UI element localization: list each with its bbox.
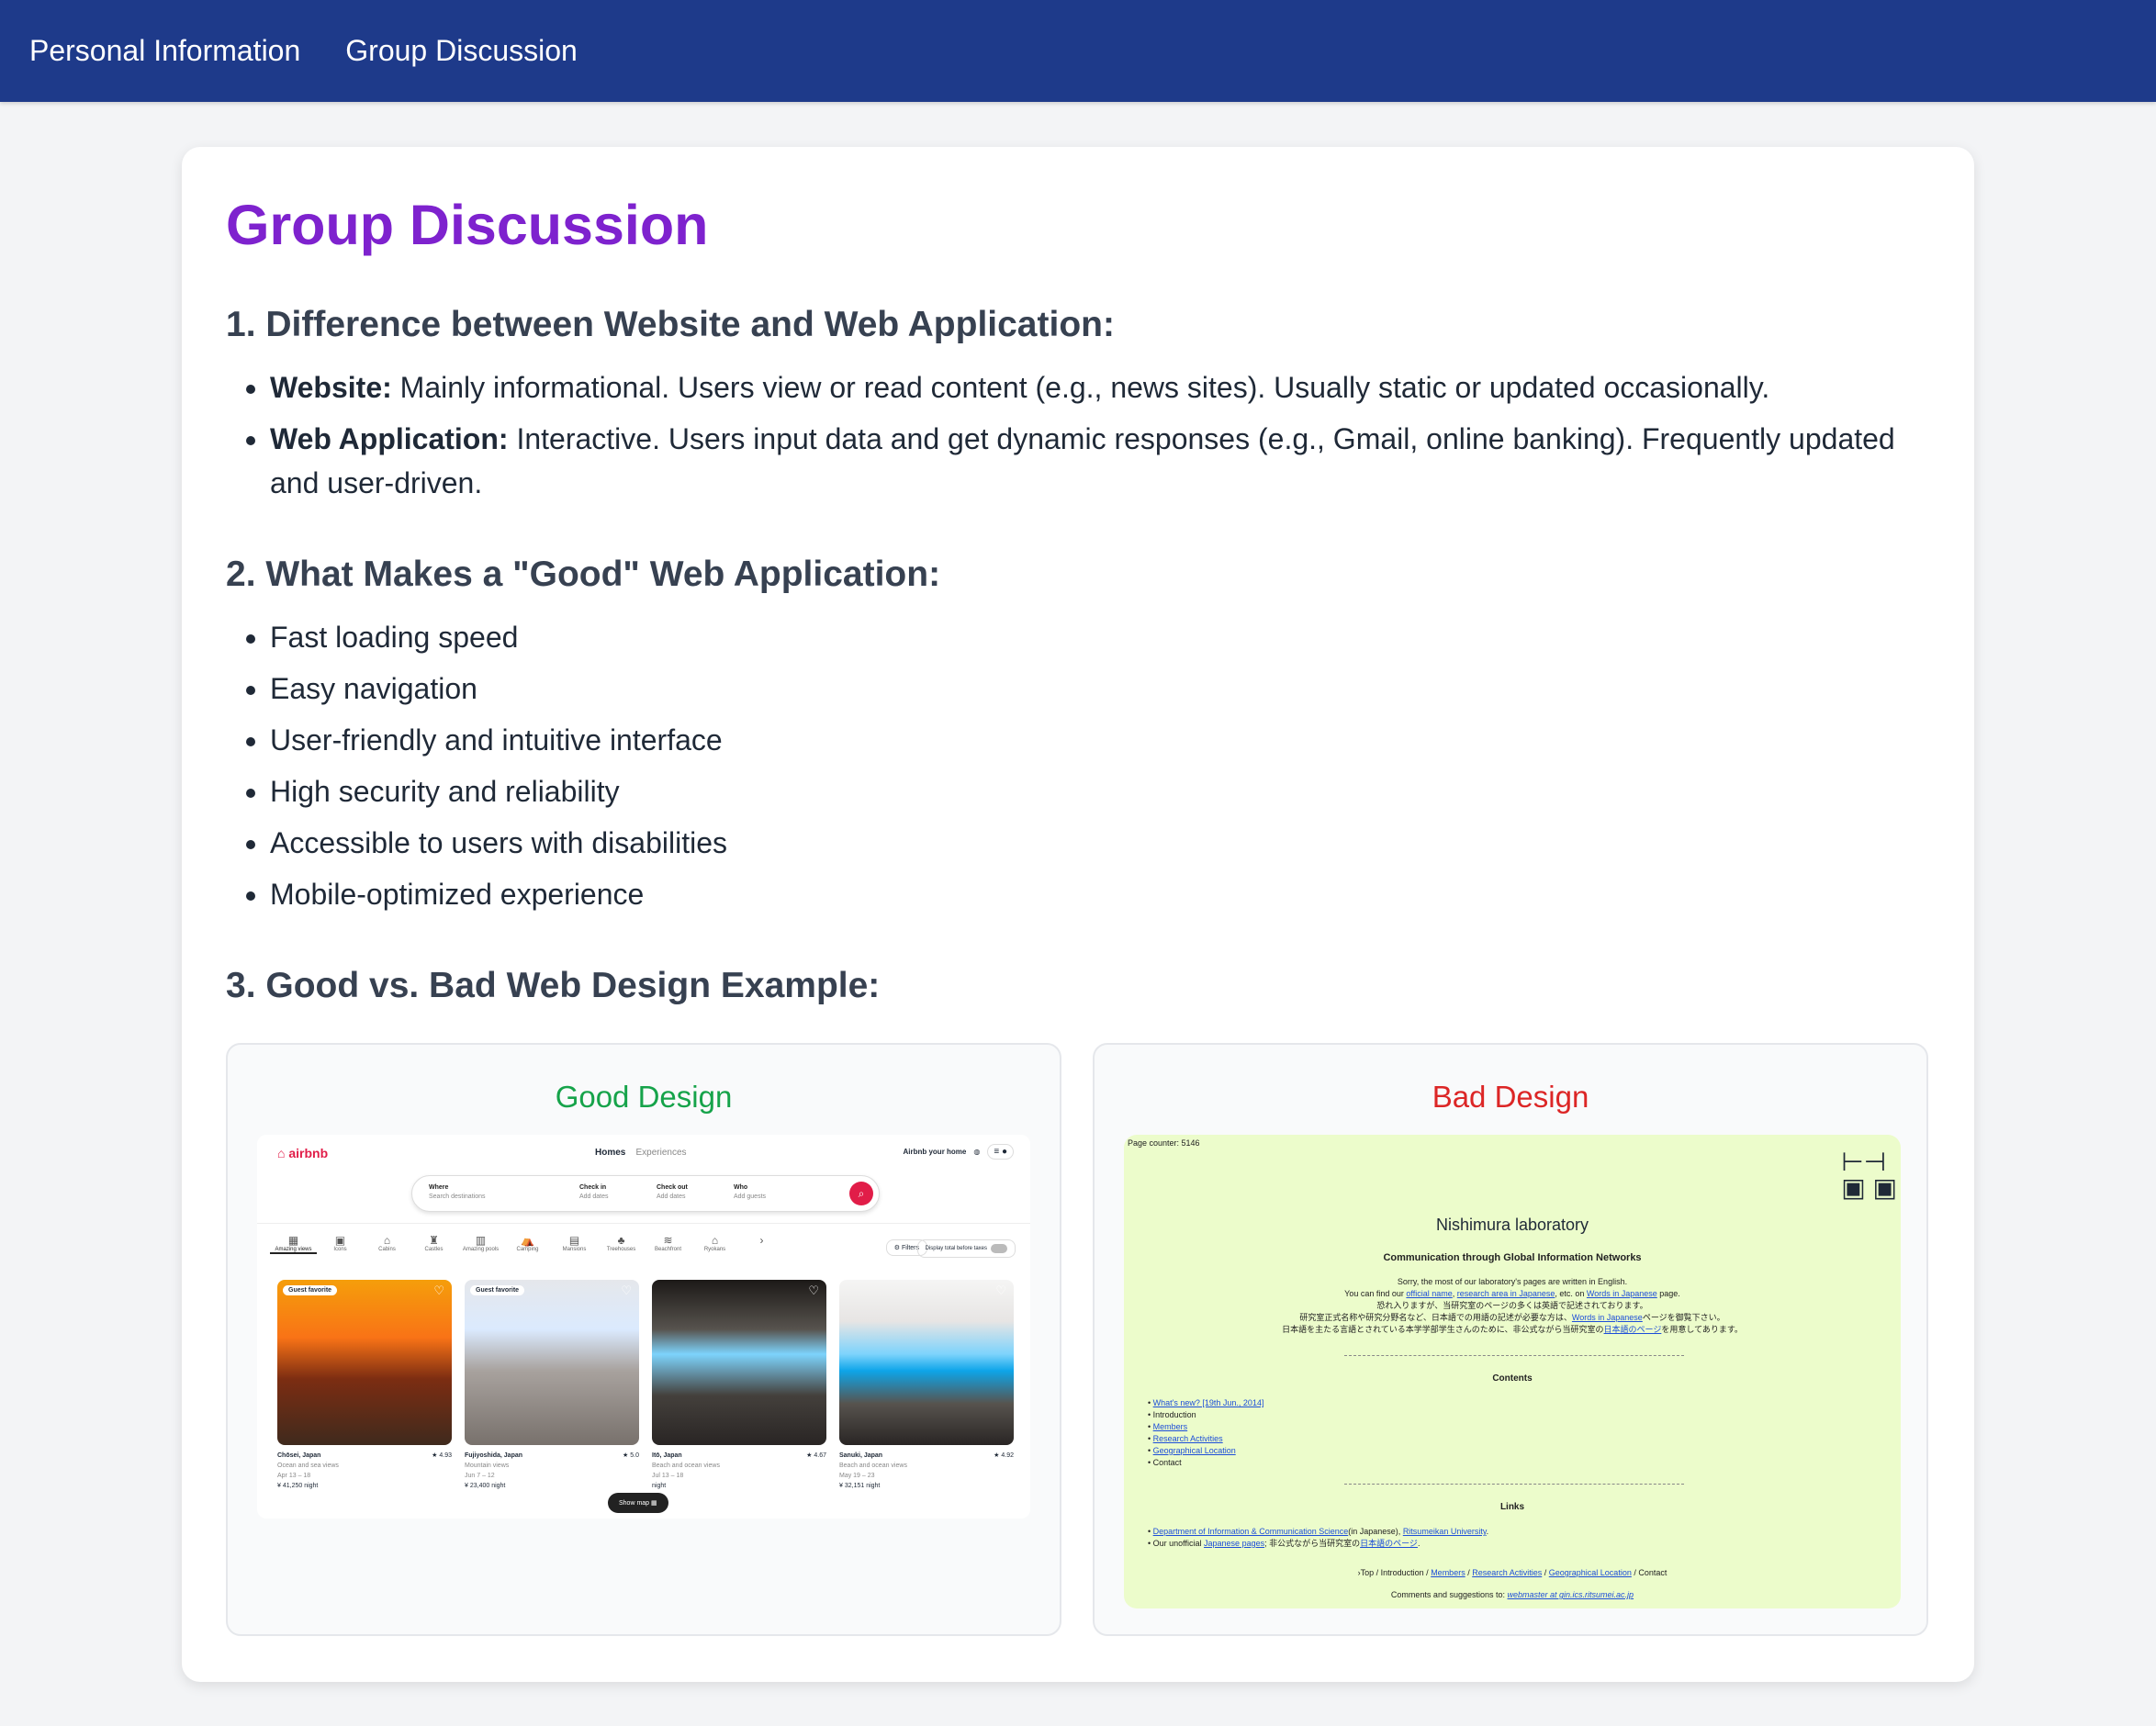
lab-footer-nav: ›Top / Introduction / Members / Research…: [1357, 1568, 1668, 1577]
website-label: Website:: [270, 371, 392, 404]
list-item: High security and reliability: [270, 769, 727, 813]
nav-personal-information[interactable]: Personal Information: [29, 34, 300, 68]
filters-icon: ⚙: [893, 1245, 902, 1251]
category-item: ⌂ Ryokans: [703, 1234, 726, 1252]
show-map-button: Show map ▦: [608, 1493, 668, 1513]
webapp-text: Interactive. Users input data and get dy…: [270, 422, 1895, 499]
heart-icon: ♡: [433, 1283, 444, 1297]
section3-heading: 3. Good vs. Bad Web Design Example:: [226, 966, 881, 1005]
lab-title: Nishimura laboratory: [1435, 1216, 1589, 1234]
webapp-label: Web Application:: [270, 422, 509, 455]
website-text: Mainly informational. Users view or read…: [391, 371, 1770, 404]
section1-list: Website: Mainly informational. Users vie…: [226, 365, 1923, 512]
category-item: ♜ Castles: [424, 1234, 444, 1252]
menu-profile-icon: ≡ ●: [987, 1144, 1014, 1160]
content-card: Group Discussion 1. Difference between W…: [182, 147, 1974, 1682]
list-item: Easy navigation: [270, 667, 727, 711]
network-logo-icon: ⊢⊣ ▣ ▣: [1841, 1148, 1897, 1202]
good-design-panel: Good Design ⌂ airbnb Homes Experiences A…: [226, 1043, 1061, 1636]
category-item: ▥ Amazing pools: [462, 1234, 500, 1252]
globe-icon: ◍: [973, 1148, 981, 1156]
divider: [1344, 1484, 1684, 1485]
good-design-title: Good Design: [555, 1080, 733, 1114]
lab-intro: Sorry, the most of our laboratory's page…: [1282, 1277, 1743, 1334]
category-item: ⌂ Cabins: [378, 1234, 396, 1252]
category-item: ▣ Icons: [333, 1234, 347, 1252]
airbnb-logo: ⌂ airbnb: [277, 1146, 329, 1160]
list-item: Website: Mainly informational. Users vie…: [270, 365, 1923, 409]
category-item: ≋ Beachfront: [654, 1234, 682, 1252]
map-icon: ▦: [651, 1500, 657, 1507]
contents-heading: Contents: [1492, 1373, 1533, 1384]
listing-card: ♡ Itō, Japan ★ 4.67 Beach and ocean views J…: [652, 1280, 826, 1491]
airbnb-screenshot: ⌂ airbnb Homes Experiences Airbnb your h…: [257, 1135, 1030, 1519]
top-nav: Personal Information Group Discussion: [0, 0, 2156, 102]
chevron-right-icon: ›: [759, 1234, 764, 1247]
links-heading: Links: [1499, 1502, 1525, 1512]
guest-favorite-badge: Guest favorite: [283, 1285, 338, 1295]
category-item: ▦ Amazing views: [270, 1234, 317, 1254]
page-counter: Page counter: 5146: [1128, 1138, 1200, 1148]
list-item: Mobile-optimized experience: [270, 872, 727, 916]
airbnb-host-link: Airbnb your home: [903, 1148, 967, 1156]
list-item: Accessible to users with disabilities: [270, 821, 727, 865]
airbnb-header-right: Airbnb your home ◍ ≡ ●: [903, 1144, 1014, 1160]
list-item: User-friendly and intuitive interface: [270, 718, 727, 762]
guest-favorite-badge: Guest favorite: [470, 1285, 525, 1295]
lab-subtitle: Communication through Global Information…: [1383, 1252, 1642, 1263]
section2-heading: 2. What Makes a "Good" Web Application:: [226, 555, 941, 594]
heart-icon: ♡: [995, 1283, 1006, 1297]
bad-design-title: Bad Design: [1432, 1080, 1589, 1114]
listing-card: ♡ Sanuki, Japan ★ 4.92 Beach and ocean vie…: [839, 1280, 1014, 1491]
category-item: ▤ Mansions: [562, 1234, 587, 1252]
listing-photo: Guest favorite ♡: [277, 1280, 452, 1445]
links-list: • Department of Information & Communicat…: [1148, 1527, 1489, 1548]
airbnb-nav: Homes Experiences: [595, 1148, 687, 1158]
airbnb-search-bar: Where Search destinations Check in Add dat…: [411, 1175, 880, 1212]
nav-group-discussion[interactable]: Group Discussion: [345, 34, 578, 68]
airbnb-nav-homes: Homes: [595, 1148, 626, 1158]
heart-icon: ♡: [808, 1283, 819, 1297]
listing-card: Guest favorite ♡ Fujiyoshida, Japan ★ 5.0…: [465, 1280, 639, 1491]
search-icon: ⌕: [849, 1182, 873, 1205]
lab-screenshot: Page counter: 5146 ⊢⊣ ▣ ▣ Nishimura labor…: [1124, 1135, 1901, 1608]
airbnb-taxes-toggle: Display total before taxes: [916, 1239, 1016, 1258]
toggle-switch: [991, 1244, 1007, 1253]
airbnb-logo-icon: ⌂: [277, 1146, 289, 1160]
divider: [1344, 1355, 1684, 1356]
list-item: Fast loading speed: [270, 615, 727, 659]
section2-list: Fast loading speed Easy navigation User-…: [226, 615, 727, 924]
listing-photo: Guest favorite ♡: [465, 1280, 639, 1445]
category-item: ⛺ Camping: [516, 1234, 539, 1252]
listing-card: Guest favorite ♡ Chōsei, Japan ★ 4.93 Ocea…: [277, 1280, 452, 1491]
lab-comments: Comments and suggestions to: webmaster a…: [1390, 1590, 1634, 1599]
heart-icon: ♡: [621, 1283, 632, 1297]
list-item: Web Application: Interactive. Users inpu…: [270, 417, 1923, 505]
listing-photo: ♡: [839, 1280, 1014, 1445]
section1-heading: 1. Difference between Website and Web Ap…: [226, 305, 1115, 344]
listing-photo: ♡: [652, 1280, 826, 1445]
bad-design-panel: Bad Design Page counter: 5146 ⊢⊣ ▣ ▣ Nish…: [1093, 1043, 1928, 1636]
category-item: ♣ Treehouses: [606, 1234, 636, 1252]
page-title: Group Discussion: [226, 194, 709, 256]
airbnb-nav-experiences: Experiences: [635, 1148, 687, 1158]
contents-list: • What's new? [19th Jun., 2014] • Introd…: [1148, 1398, 1264, 1467]
